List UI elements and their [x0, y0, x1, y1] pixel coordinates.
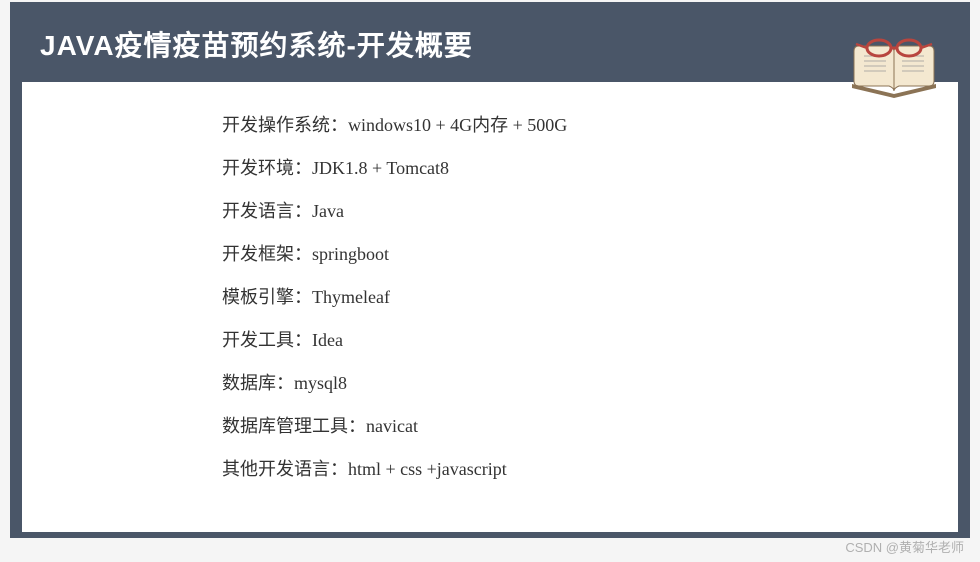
spec-line: 数据库：mysql8 [222, 370, 918, 397]
book-glasses-icon [844, 26, 944, 106]
spec-line: 数据库管理工具：navicat [222, 413, 918, 440]
spec-line: 开发操作系统：windows10 + 4G内存 + 500G [222, 112, 918, 139]
spec-line: 其他开发语言：html + css +javascript [222, 456, 918, 483]
slide-header: JAVA疫情疫苗预约系统-开发概要 [20, 12, 960, 82]
spec-line: 开发语言：Java [222, 198, 918, 225]
spec-line: 模板引擎：Thymeleaf [222, 284, 918, 311]
spec-line: 开发框架：springboot [222, 241, 918, 268]
spec-line: 开发环境：JDK1.8 + Tomcat8 [222, 155, 918, 182]
page-title: JAVA疫情疫苗预约系统-开发概要 [40, 24, 940, 64]
slide-container: JAVA疫情疫苗预约系统-开发概要 开发操作系统：windows10 + 4G内… [10, 2, 970, 538]
watermark-text: CSDN @黄菊华老师 [845, 537, 964, 556]
content-area: 开发操作系统：windows10 + 4G内存 + 500G 开发环境：JDK1… [22, 82, 958, 532]
spec-line: 开发工具：Idea [222, 327, 918, 354]
